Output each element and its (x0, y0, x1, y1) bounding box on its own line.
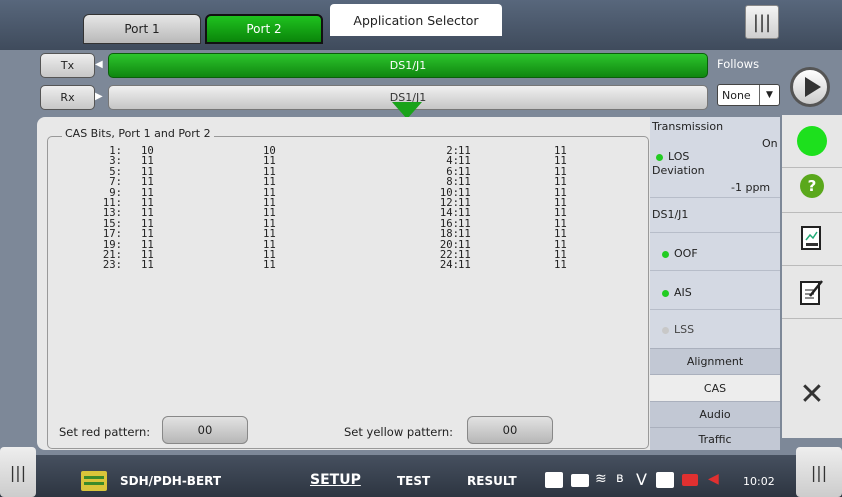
los-label: LOS (668, 150, 690, 163)
clock: 10:02 (743, 475, 775, 488)
tab-port-1[interactable]: Port 1 (83, 14, 201, 44)
table-row: 23: 11 11 24: 11 11 (57, 259, 617, 272)
menu-button[interactable]: ||| (745, 5, 779, 39)
table-row: 7: 11 11 8: 11 11 (57, 177, 617, 188)
tx-button[interactable]: Tx (40, 53, 95, 78)
tab-test[interactable]: TEST (397, 474, 430, 488)
table-cell: 23: (102, 259, 122, 272)
tab-setup[interactable]: SETUP (310, 472, 361, 488)
tab-port-2[interactable]: Port 2 (205, 14, 323, 44)
close-icon: ✕ (799, 377, 825, 412)
oof-label: OOF (674, 247, 698, 260)
cas-bits-title: CAS Bits, Port 1 and Port 2 (62, 127, 214, 140)
port-status-icon (545, 472, 563, 488)
nav-cas[interactable]: CAS (650, 374, 780, 401)
right-panel-toggle[interactable]: ||| (796, 447, 842, 497)
oof-indicator: OOF (662, 247, 698, 260)
los-indicator: LOS (656, 150, 689, 163)
bluetooth-icon: ʙ (616, 471, 624, 486)
close-button[interactable]: ✕ (782, 368, 842, 421)
table-cell: 11 (263, 228, 276, 241)
status-led-icon (797, 126, 827, 156)
divider (650, 232, 780, 233)
tab-result[interactable]: RESULT (467, 474, 517, 488)
network-icon (571, 474, 589, 487)
lss-label: LSS (674, 323, 695, 336)
ais-label: AIS (674, 286, 692, 299)
app-name: SDH/PDH-BERT (120, 474, 222, 488)
table-cell: 24: (439, 259, 459, 272)
left-panel-toggle[interactable]: ||| (0, 447, 36, 497)
notes-button[interactable] (782, 266, 842, 319)
report-button[interactable] (782, 213, 842, 266)
rx-button[interactable]: Rx (40, 85, 95, 110)
divider (650, 270, 780, 271)
deviation-value: -1 ppm (731, 181, 771, 194)
v-indicator: V (636, 470, 647, 489)
follows-select[interactable]: None ▼ (717, 84, 780, 106)
report-icon (801, 226, 821, 250)
table-cell: 11 (458, 259, 471, 272)
notes-icon (800, 280, 823, 305)
rx-arrow-icon: ▶ (95, 91, 103, 102)
help-icon: ? (800, 174, 824, 198)
lss-indicator: LSS (662, 323, 694, 336)
table-cell: 11 (554, 228, 567, 241)
table-cell: 11 (263, 259, 276, 272)
table-row: 17: 11 11 18: 11 11 (57, 228, 617, 241)
wifi-icon: ≋ (595, 471, 607, 487)
nav-alignment[interactable]: Alignment (650, 348, 780, 374)
ds1-section-label: DS1/J1 (652, 208, 689, 221)
play-icon[interactable] (790, 67, 830, 107)
cas-bits-table: 1: 10 10 2: 11 11 3: 11 11 4: 11 11 5: 11 11 6: 11 11 7: 11… (57, 145, 617, 272)
help-button[interactable]: ? (782, 160, 842, 213)
nav-traffic[interactable]: Traffic (650, 427, 780, 450)
table-cell: 11 (141, 259, 154, 272)
follows-select-value: None (722, 88, 751, 102)
table-cell: 11 (554, 259, 567, 272)
table-cell: 18: (439, 228, 459, 241)
yellow-pattern-button[interactable]: 00 (467, 416, 553, 444)
connection-icon (682, 474, 698, 486)
speaker-mute-icon: ◀ (708, 471, 719, 487)
nav-audio[interactable]: Audio (650, 401, 780, 427)
yellow-pattern-label: Set yellow pattern: (344, 425, 454, 439)
tx-signal-bar[interactable]: DS1/J1 (108, 53, 708, 78)
table-cell: 11 (141, 228, 154, 241)
table-cell: 17: (102, 228, 122, 241)
deviation-label: Deviation (652, 164, 705, 177)
application-selector-tab[interactable]: Application Selector (330, 4, 502, 36)
tx-arrow-icon: ◀ (95, 59, 103, 70)
follows-label: Follows (717, 57, 760, 71)
led-icon (662, 250, 669, 258)
divider (650, 309, 780, 310)
chevron-down-icon: ▼ (759, 85, 779, 105)
transmission-label: Transmission (652, 120, 724, 133)
screen-icon (656, 472, 674, 488)
red-pattern-label: Set red pattern: (59, 425, 151, 439)
led-icon (656, 153, 663, 161)
ais-indicator: AIS (662, 286, 692, 299)
red-pattern-button[interactable]: 00 (162, 416, 248, 444)
app-icon[interactable] (81, 471, 107, 491)
table-cell: 11 (458, 228, 471, 241)
divider (650, 197, 780, 198)
transmission-value: On (762, 137, 778, 150)
led-icon (662, 289, 669, 297)
led-icon (662, 326, 669, 334)
